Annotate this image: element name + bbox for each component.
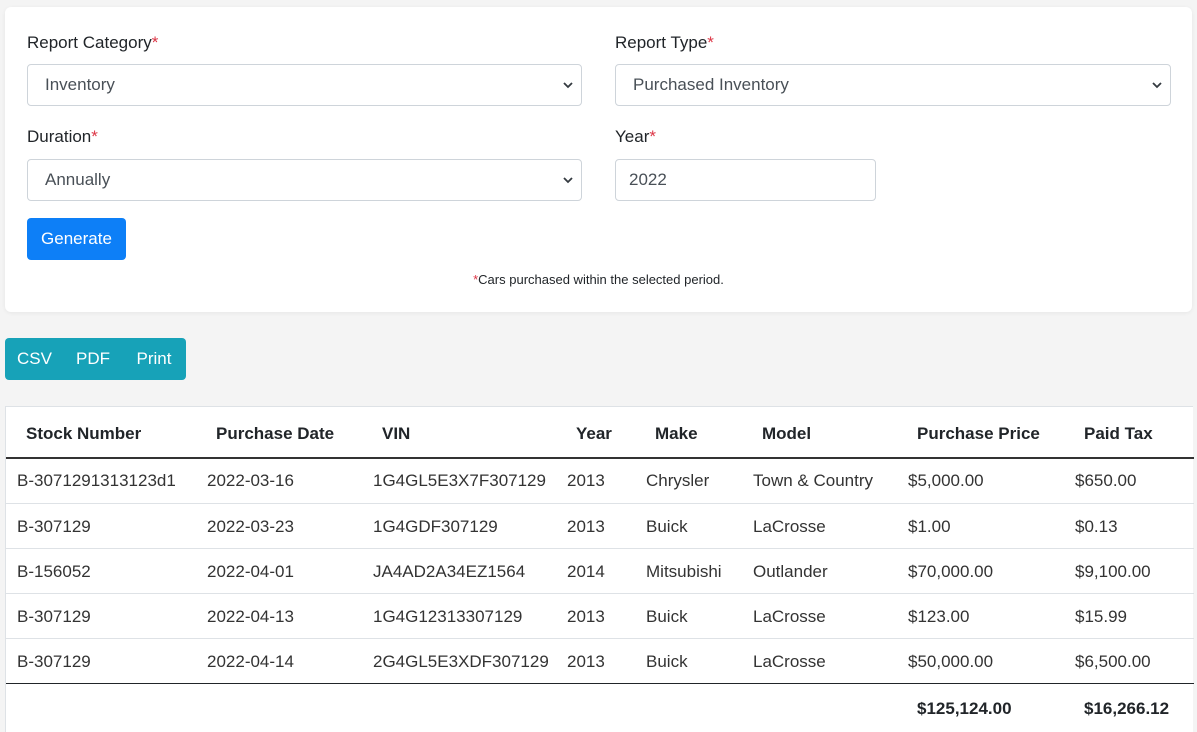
cell-purchase-date: 2022-04-13	[207, 607, 294, 626]
cell-purchase-price: $5,000.00	[908, 471, 984, 490]
cell-stock-number: B-307129	[17, 607, 91, 626]
cell-paid-tax: $9,100.00	[1075, 562, 1151, 581]
cell-paid-tax: $0.13	[1075, 517, 1118, 536]
cell-vin: 2G4GL5E3XDF307129	[373, 652, 549, 671]
chevron-down-icon	[563, 82, 573, 89]
table-row: B-156052 2022-04-01 JA4AD2A34EZ1564 2014 Mit…	[6, 548, 1194, 593]
year-input[interactable]: 2022	[615, 159, 876, 201]
cell-model: LaCrosse	[753, 607, 826, 626]
chevron-down-icon	[1152, 82, 1162, 89]
cell-purchase-date: 2022-03-16	[207, 471, 294, 490]
column-header-year[interactable]: Year	[576, 424, 612, 444]
cell-purchase-date: 2022-04-01	[207, 562, 294, 581]
cell-purchase-date: 2022-04-14	[207, 652, 294, 671]
cell-year: 2013	[567, 652, 605, 671]
cell-paid-tax: $650.00	[1075, 471, 1137, 490]
duration-select[interactable]: Annually	[27, 159, 582, 201]
report-filter-card: Report Category* Inventory Report Type* …	[5, 7, 1192, 312]
generate-button[interactable]: Generate	[27, 218, 126, 260]
print-button[interactable]: Print	[122, 338, 186, 380]
cell-stock-number: B-307129	[17, 517, 91, 536]
column-header-purchase-date[interactable]: Purchase Date	[216, 424, 334, 444]
total-purchase-price: $125,124.00	[917, 699, 1012, 718]
cell-make: Buick	[646, 517, 688, 536]
report-category-select[interactable]: Inventory	[27, 64, 582, 106]
table-row: B-307129 2022-04-14 2G4GL5E3XDF307129 2013 B…	[6, 638, 1194, 683]
cell-stock-number: B-156052	[17, 562, 91, 581]
total-paid-tax: $16,266.12	[1084, 699, 1170, 718]
cell-paid-tax: $6,500.00	[1075, 652, 1151, 671]
cell-year: 2013	[567, 517, 605, 536]
required-marker: *	[649, 127, 656, 146]
chevron-down-icon	[563, 177, 573, 184]
required-marker: *	[151, 33, 159, 52]
report-type-label: Report Type*	[615, 33, 714, 52]
cell-model: LaCrosse	[753, 652, 826, 671]
column-header-paid-tax[interactable]: Paid Tax	[1084, 424, 1153, 444]
export-button-group: CSV PDF Print	[5, 338, 186, 380]
cell-vin: 1G4GDF307129	[373, 517, 498, 536]
cell-purchase-price: $123.00	[908, 607, 970, 626]
cell-make: Buick	[646, 652, 688, 671]
cell-purchase-date: 2022-03-23	[207, 517, 294, 536]
report-type-select[interactable]: Purchased Inventory	[615, 64, 1171, 106]
table-row: B-307129 2022-03-23 1G4GDF307129 2013 Buick L…	[6, 503, 1194, 548]
table-row: B-307129 2022-04-13 1G4G12313307129 2013 Bui…	[6, 593, 1194, 638]
cell-vin: 1G4G12313307129	[373, 607, 523, 626]
cell-purchase-price: $70,000.00	[908, 562, 994, 581]
table-row: B-3071291313123d1 2022-03-16 1G4GL5E3X7F30…	[6, 458, 1194, 503]
cell-purchase-price: $1.00	[908, 517, 951, 536]
report-note: *Cars purchased within the selected peri…	[473, 272, 724, 287]
cell-paid-tax: $15.99	[1075, 607, 1127, 626]
pdf-export-button[interactable]: PDF	[64, 338, 122, 380]
cell-stock-number: B-307129	[17, 652, 91, 671]
column-header-vin[interactable]: VIN	[382, 424, 410, 444]
cell-year: 2013	[567, 607, 605, 626]
cell-purchase-price: $50,000.00	[908, 652, 994, 671]
cell-stock-number: B-3071291313123d1	[17, 471, 176, 490]
required-marker: *	[91, 127, 98, 146]
year-label: Year*	[615, 127, 656, 146]
duration-label: Duration*	[27, 127, 98, 146]
report-category-label: Report Category*	[27, 33, 159, 52]
cell-model: Town & Country	[753, 471, 873, 490]
cell-model: LaCrosse	[753, 517, 826, 536]
cell-year: 2013	[567, 471, 605, 490]
cell-make: Buick	[646, 607, 688, 626]
column-header-stock-number[interactable]: Stock Number	[26, 424, 141, 444]
report-table: Stock Number Purchase Date VIN Year Make…	[5, 406, 1194, 732]
column-header-purchase-price[interactable]: Purchase Price	[917, 424, 1040, 444]
csv-export-button[interactable]: CSV	[5, 338, 64, 380]
cell-model: Outlander	[753, 562, 828, 581]
column-header-model[interactable]: Model	[762, 424, 811, 444]
cell-vin: 1G4GL5E3X7F307129	[373, 471, 546, 490]
cell-make: Mitsubishi	[646, 562, 722, 581]
footer-divider	[6, 683, 1194, 684]
required-marker: *	[707, 33, 714, 52]
cell-year: 2014	[567, 562, 605, 581]
cell-vin: JA4AD2A34EZ1564	[373, 562, 526, 581]
cell-make: Chrysler	[646, 471, 710, 490]
column-header-make[interactable]: Make	[655, 424, 698, 444]
